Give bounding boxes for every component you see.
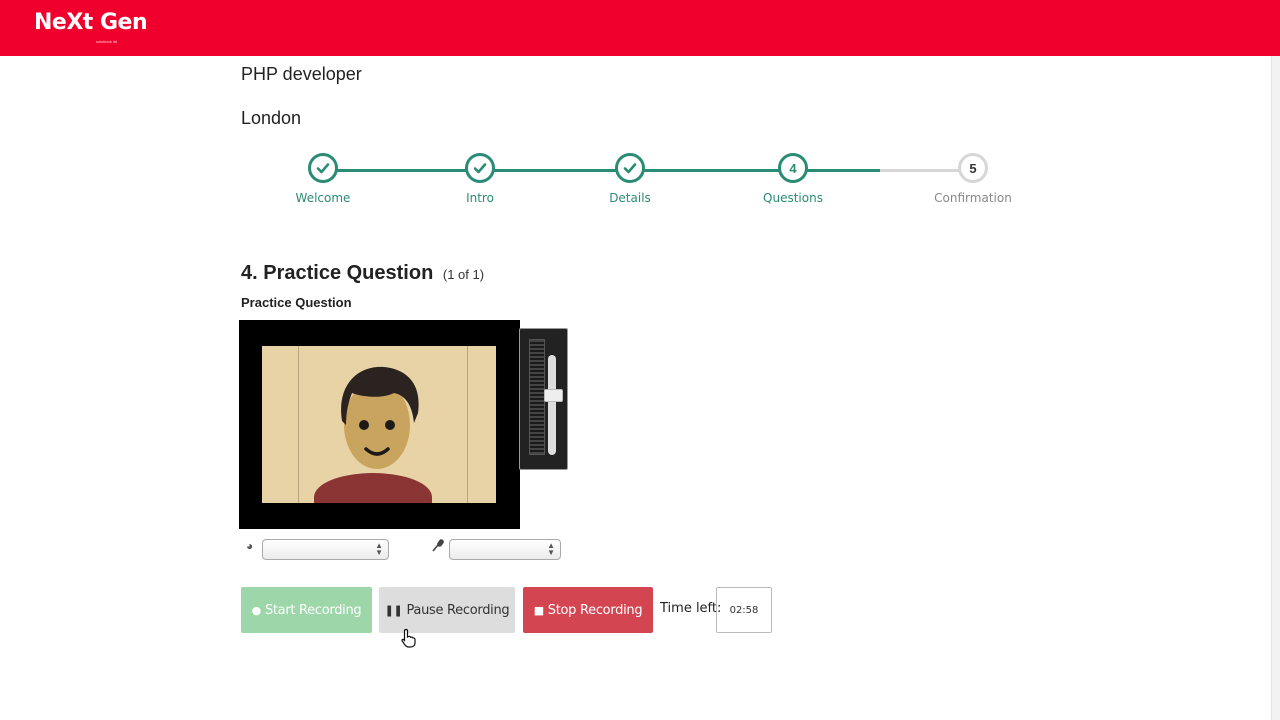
webcam-preview [239, 320, 520, 529]
step-welcome: Welcome [263, 153, 383, 205]
step-intro: Intro [420, 153, 540, 205]
question-subheading: Practice Question [241, 295, 352, 310]
pause-icon: ❚❚ [384, 603, 403, 617]
check-icon [473, 163, 487, 174]
avatar-placeholder [262, 346, 496, 503]
step-welcome-label: Welcome [295, 191, 351, 205]
microphone-icon [432, 539, 444, 552]
microphone-select[interactable]: ▲ ▼ [449, 539, 561, 560]
time-left-value: 02:58 [716, 587, 772, 633]
job-location: London [241, 108, 302, 128]
brand-logo-sub: solutions ltd [96, 39, 118, 44]
mic-level-meter [529, 339, 545, 455]
record-dot-icon: ● [251, 603, 262, 617]
select-arrows-icon: ▲ ▼ [547, 541, 555, 557]
volume-slider-handle[interactable] [544, 389, 563, 402]
frame-line-right [467, 346, 468, 503]
step-questions: 4 Questions [733, 153, 853, 205]
job-title: PHP developer [241, 64, 362, 84]
step-details: Details [570, 153, 690, 205]
step-welcome-circle [308, 153, 338, 183]
stop-icon: ■ [533, 603, 544, 617]
step-details-label: Details [609, 191, 651, 205]
hand-cursor-icon [401, 628, 416, 648]
stop-recording-label: Stop Recording [547, 602, 643, 618]
step-confirmation: 5 Confirmation [913, 153, 1033, 205]
check-icon [623, 163, 637, 174]
mic-level-panel [519, 328, 568, 470]
pause-recording-label: Pause Recording [406, 602, 510, 618]
step-intro-circle [465, 153, 495, 183]
top-bar: NeXt Gen solutions ltd [0, 0, 1280, 56]
time-left-label: Time left: [660, 601, 722, 616]
step-confirmation-circle: 5 [958, 153, 988, 183]
volume-slider-track[interactable] [548, 355, 556, 455]
question-title: 4. Practice Question [241, 262, 434, 284]
check-icon [316, 163, 330, 174]
stop-recording-button[interactable]: ■ Stop Recording [523, 587, 653, 633]
camera-select[interactable]: ▲ ▼ [262, 539, 389, 560]
step-intro-label: Intro [466, 191, 494, 205]
step-questions-label: Questions [763, 191, 823, 205]
frame-line-left [298, 346, 299, 503]
select-arrows-icon: ▲ ▼ [375, 541, 383, 557]
page-scrollbar[interactable] [1271, 56, 1280, 720]
step-confirmation-label: Confirmation [934, 191, 1012, 205]
pause-recording-button[interactable]: ❚❚ Pause Recording [379, 587, 515, 633]
start-recording-label: Start Recording [264, 602, 362, 618]
avatar-face-icon [341, 366, 419, 469]
brand-logo[interactable]: NeXt Gen [34, 10, 148, 35]
step-questions-circle: 4 [778, 153, 808, 183]
step-details-circle [615, 153, 645, 183]
camera-icon: ◕ [246, 539, 254, 553]
start-recording-button[interactable]: ● Start Recording [241, 587, 372, 633]
progress-stepper: Welcome Intro Details 4 Questions 5 Conf… [240, 150, 1040, 220]
question-heading: 4. Practice Question (1 of 1) [241, 262, 484, 285]
question-count: (1 of 1) [442, 267, 485, 282]
